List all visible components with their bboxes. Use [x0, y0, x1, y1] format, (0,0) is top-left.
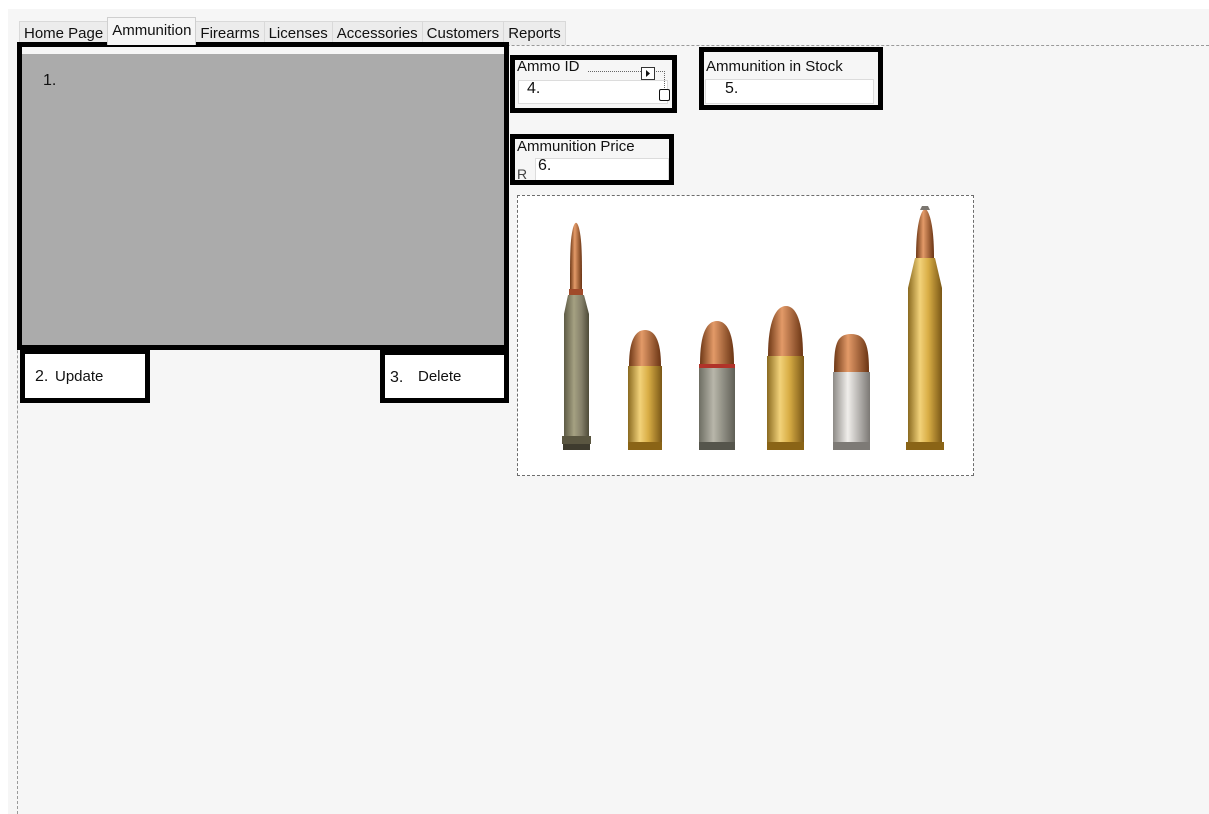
annotation-number-6: 6.: [538, 157, 552, 174]
annotation-box-stock: [699, 47, 883, 110]
annotation-number-4: 4.: [527, 80, 541, 97]
app-window: Home Page Ammunition Firearms Licenses A…: [0, 0, 1209, 814]
annotation-number-5: 5.: [725, 80, 739, 97]
annotation-number-3: 3.: [390, 369, 404, 386]
ammunition-cartridges-icon: [562, 206, 944, 450]
annotation-box-price: [510, 134, 674, 185]
ammunition-picture: [517, 195, 974, 476]
annotation-number-2: 2.: [35, 368, 49, 385]
annotation-number-1: 1.: [43, 72, 57, 89]
tab-reports[interactable]: Reports: [503, 21, 566, 45]
annotation-box-grid: [17, 42, 509, 350]
tab-ammunition[interactable]: Ammunition: [107, 17, 197, 45]
tab-strip: Home Page Ammunition Firearms Licenses A…: [19, 17, 566, 45]
